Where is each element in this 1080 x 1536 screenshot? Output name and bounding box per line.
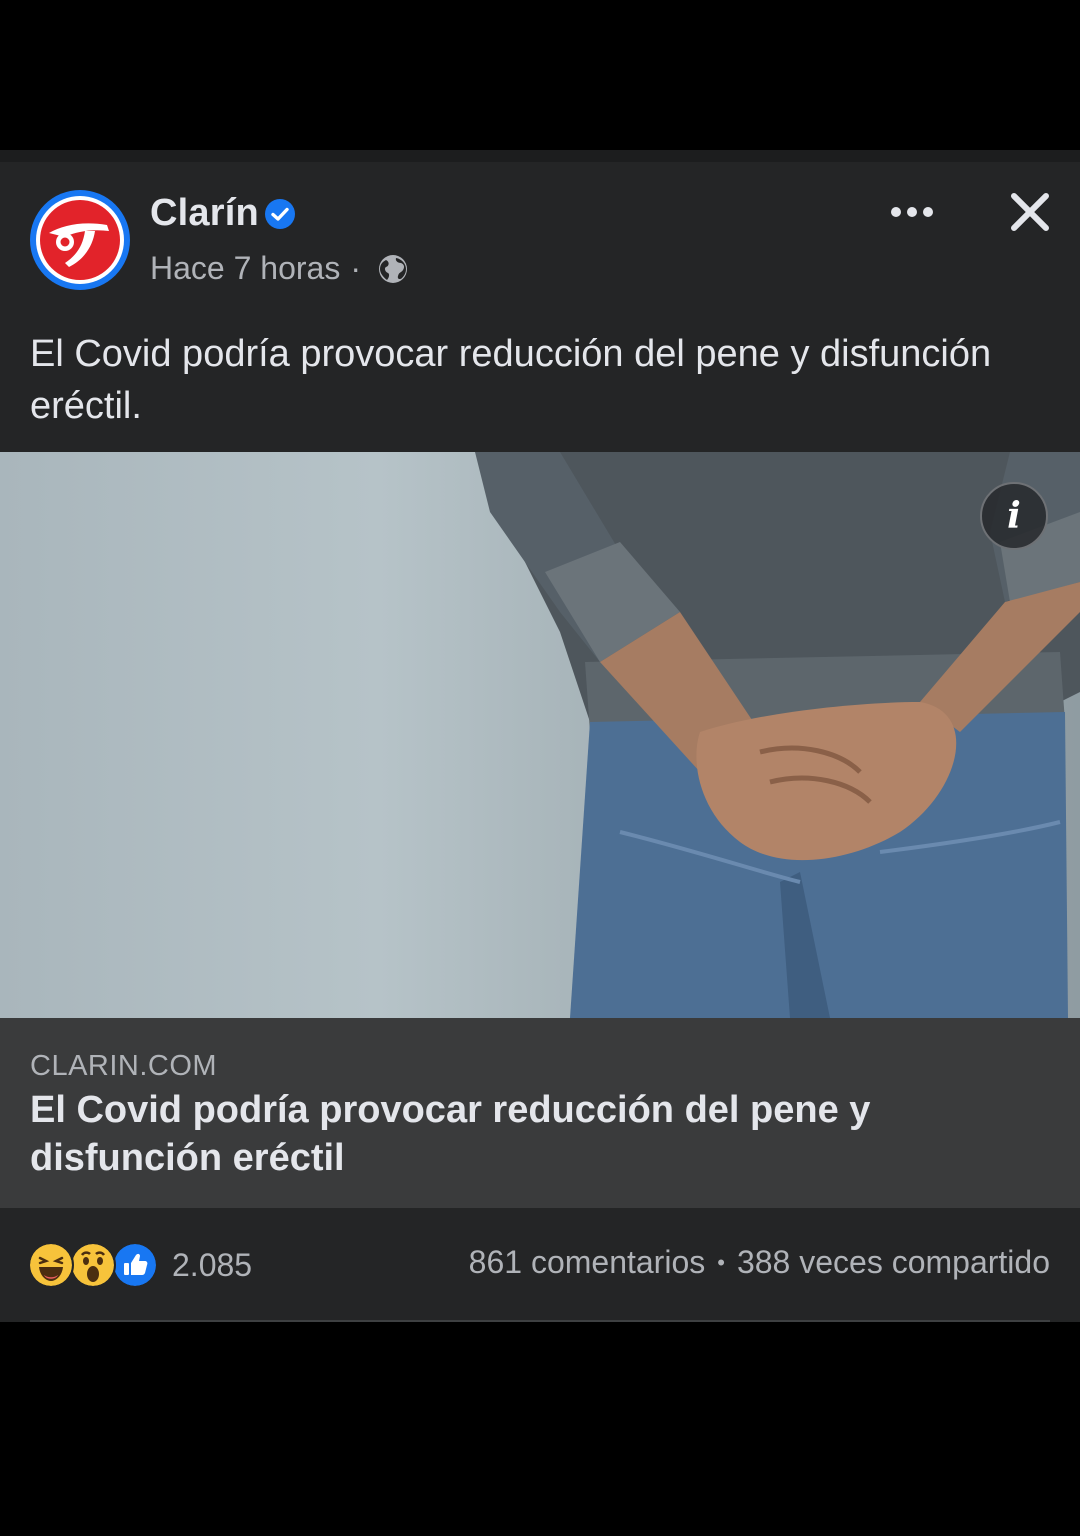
post-meta: Hace 7 horas ·	[150, 250, 409, 287]
post-header: Clarín Hace 7 horas ·	[0, 162, 1080, 312]
clarin-logo	[36, 196, 124, 284]
page-name[interactable]: Clarín	[150, 192, 259, 235]
post-card: Clarín Hace 7 horas · El Covid podría pr…	[0, 150, 1080, 1322]
reactions-summary[interactable]: 2.085	[28, 1242, 252, 1288]
comments-count[interactable]: 861 comentarios	[469, 1244, 706, 1281]
haha-reaction-icon	[28, 1242, 74, 1288]
close-button[interactable]	[1004, 186, 1056, 238]
more-options-icon	[891, 207, 933, 217]
more-options-button[interactable]	[884, 192, 940, 232]
post-text: El Covid podría provocar reducción del p…	[30, 333, 992, 427]
link-domain: CLARIN.COM	[30, 1050, 218, 1082]
reaction-count: 2.085	[172, 1246, 253, 1283]
post-stats: 2.085 861 comentarios • 388 veces compar…	[0, 1208, 1080, 1322]
wow-reaction-icon	[70, 1242, 116, 1288]
post-image[interactable]: i	[0, 452, 1080, 1018]
photo-illustration	[475, 452, 1080, 1018]
globe-icon	[378, 254, 407, 283]
divider	[30, 1320, 1050, 1322]
like-reaction-icon	[112, 1242, 158, 1288]
shares-count[interactable]: 388 veces compartido	[737, 1244, 1050, 1281]
meta-separator: ·	[350, 250, 361, 286]
link-preview[interactable]: CLARIN.COM El Covid podría provocar redu…	[0, 1018, 1080, 1208]
link-title: El Covid podría provocar reducción del p…	[30, 1089, 871, 1179]
info-button[interactable]: i	[980, 482, 1048, 550]
stats-dot-separator: •	[717, 1249, 725, 1275]
post-time[interactable]: Hace 7 horas	[150, 250, 340, 287]
verified-badge-icon	[265, 199, 295, 229]
engagement-stats: 861 comentarios • 388 veces compartido	[469, 1244, 1050, 1281]
page-avatar[interactable]	[30, 190, 130, 290]
clarin-logo-icon	[40, 200, 120, 280]
close-icon	[1011, 193, 1049, 231]
